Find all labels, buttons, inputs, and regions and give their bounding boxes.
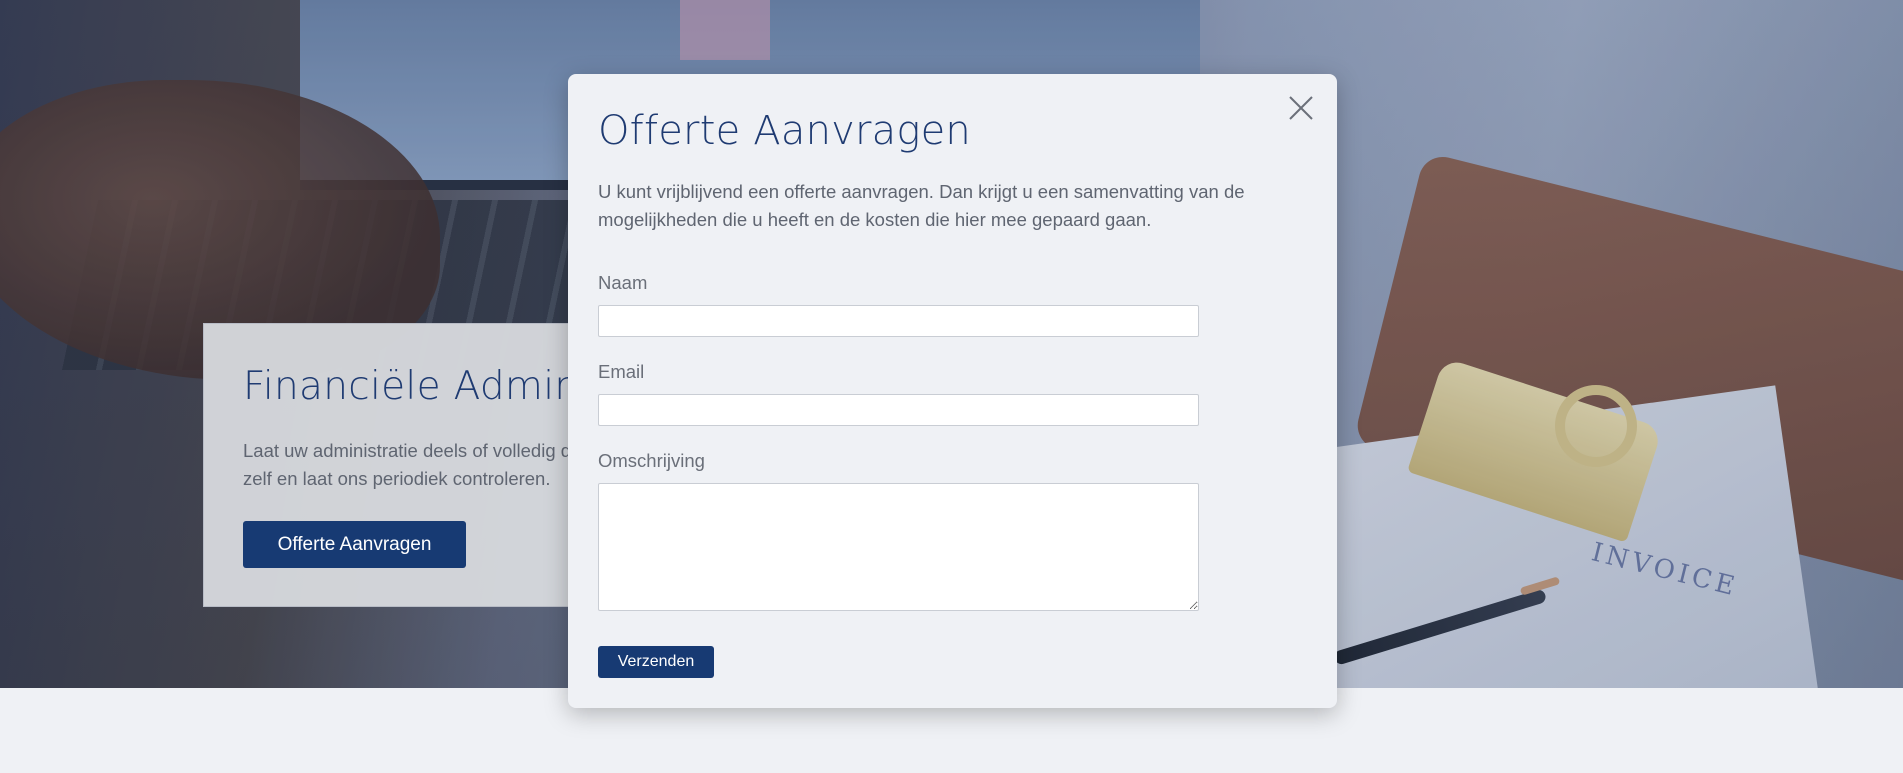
close-icon xyxy=(1289,96,1313,120)
request-quote-button[interactable]: Offerte Aanvragen xyxy=(243,521,466,568)
quote-request-modal: Offerte Aanvragen U kunt vrijblijvend ee… xyxy=(568,74,1337,708)
description-textarea[interactable] xyxy=(598,483,1199,611)
email-input[interactable] xyxy=(598,394,1199,426)
email-label: Email xyxy=(598,361,645,382)
name-input[interactable] xyxy=(598,305,1199,337)
modal-intro: U kunt vrijblijvend een offerte aanvrage… xyxy=(598,181,1245,230)
modal-title: Offerte Aanvragen xyxy=(598,108,971,154)
submit-button[interactable]: Verzenden xyxy=(598,646,714,678)
description-label: Omschrijving xyxy=(598,450,705,471)
name-label: Naam xyxy=(598,272,648,293)
close-button[interactable] xyxy=(1285,92,1317,124)
